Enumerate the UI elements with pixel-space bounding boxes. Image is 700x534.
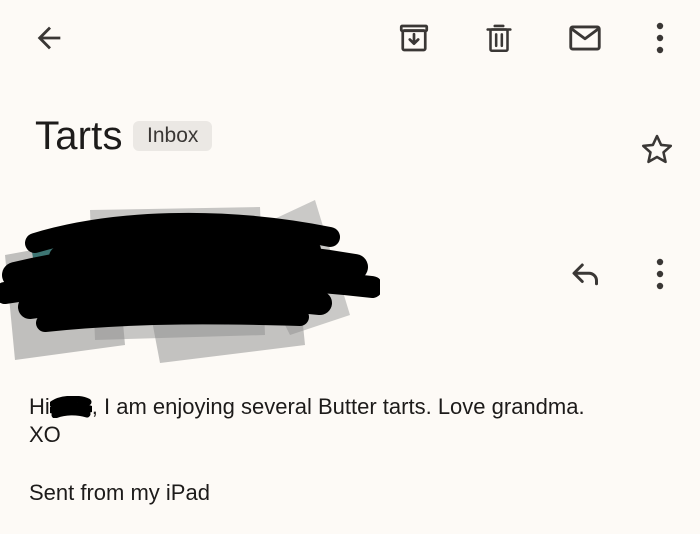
back-arrow-icon — [37, 26, 61, 50]
delete-icon — [486, 24, 512, 53]
inbox-label-badge[interactable]: Inbox — [133, 121, 213, 151]
reply-button[interactable] — [562, 250, 610, 298]
redacted-sender-info — [0, 200, 380, 363]
email-subject: Tarts — [35, 114, 123, 158]
star-button[interactable] — [633, 126, 681, 174]
email-body-line-1: Hi , I am enjoying several Butter tarts. … — [29, 393, 679, 421]
delete-button[interactable] — [475, 14, 523, 62]
email-signature: Sent from my iPad — [29, 480, 210, 505]
redacted-name — [49, 396, 92, 418]
archive-button[interactable] — [390, 14, 438, 62]
reply-icon — [572, 263, 598, 286]
star-icon — [641, 134, 673, 164]
archive-icon — [399, 24, 429, 52]
message-more-options-button[interactable] — [636, 250, 684, 298]
back-button[interactable] — [25, 14, 73, 62]
email-body: Hi , I am enjoying several Butter tarts. … — [29, 393, 679, 449]
mark-unread-icon — [569, 25, 601, 51]
mark-unread-button[interactable] — [561, 14, 609, 62]
more-vert-icon — [656, 258, 664, 290]
body-line-1-rest: , I am enjoying several Butter tarts. Lo… — [91, 394, 585, 419]
email-body-line-2: XO — [29, 422, 61, 447]
more-options-button[interactable] — [636, 14, 684, 62]
greeting-text: Hi — [29, 394, 50, 419]
more-vert-icon — [656, 22, 664, 54]
